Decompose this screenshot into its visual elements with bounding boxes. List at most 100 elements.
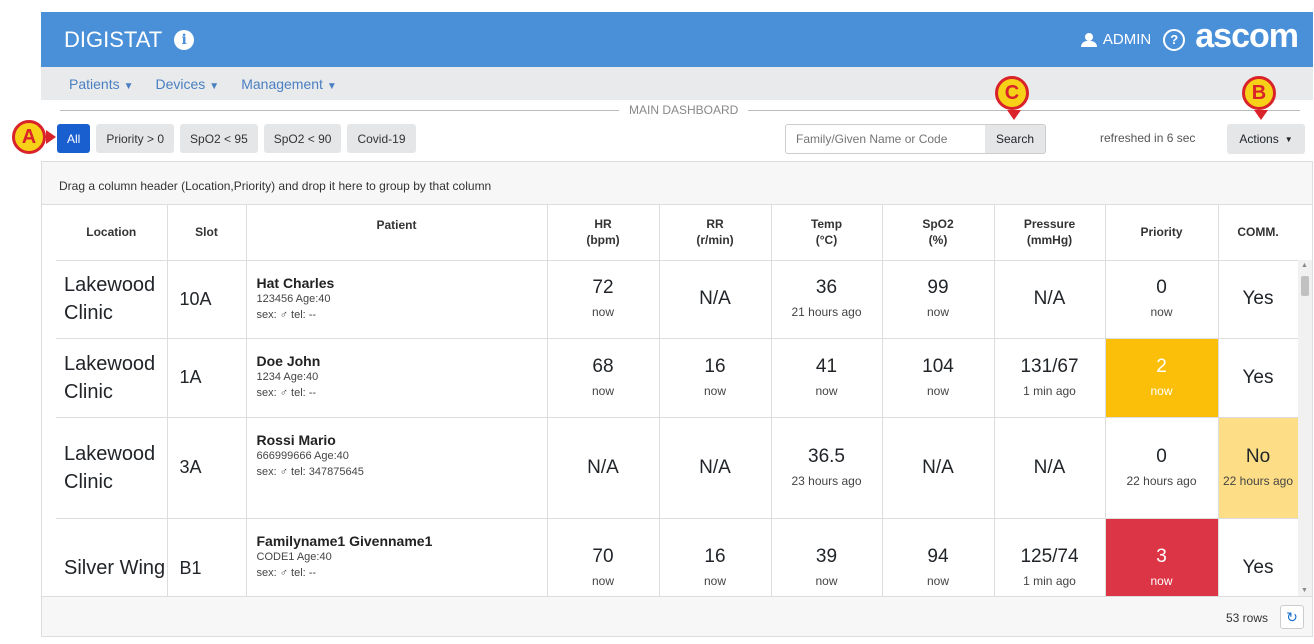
comm-value: No	[1245, 445, 1271, 467]
column-header[interactable]: Priority	[1105, 205, 1219, 261]
rr-cell[interactable]: N/A	[659, 417, 772, 519]
location-cell: Silver Wing	[56, 518, 168, 596]
hr-time: now	[591, 383, 614, 398]
patient-cell[interactable]: Hat Charles 123456 Age:40 sex: ♂ tel: --	[246, 260, 548, 339]
hr-cell[interactable]: N/A	[547, 417, 660, 519]
spo2-cell[interactable]: N/A	[882, 417, 995, 519]
table-row[interactable]: Silver Wing B1 Familyname1 Givenname1 CODE1…	[56, 518, 1298, 596]
comm-cell[interactable]: Yes	[1218, 260, 1298, 339]
user-name[interactable]: ADMIN	[1103, 31, 1151, 48]
vertical-scrollbar[interactable]: ▲ ▼	[1298, 260, 1312, 596]
actions-button[interactable]: Actions ▼	[1227, 124, 1305, 154]
pressure-cell[interactable]: N/A	[994, 417, 1106, 519]
column-header[interactable]: Location	[56, 205, 168, 261]
column-header[interactable]: RR (r/min)	[659, 205, 772, 261]
temp-cell[interactable]: 36 21 hours ago	[771, 260, 883, 339]
rr-value: 16	[704, 355, 726, 377]
chevron-down-icon: ▼	[209, 80, 220, 92]
search-input[interactable]	[785, 124, 986, 154]
filter-spo2-90-button[interactable]: SpO2 < 90	[263, 124, 342, 153]
column-header[interactable]: Pressure (mmHg)	[994, 205, 1106, 261]
patient-name: Hat Charles	[256, 274, 335, 291]
table-row[interactable]: Lakewood Clinic 1A Doe John 1234 Age:40 sex:…	[56, 338, 1298, 418]
priority-cell[interactable]: 2 now	[1105, 338, 1219, 418]
column-header[interactable]: COMM.	[1218, 205, 1298, 261]
priority-time: now	[1150, 305, 1173, 319]
scroll-thumb[interactable]	[1301, 276, 1309, 296]
help-icon[interactable]: ?	[1163, 28, 1186, 51]
patient-cell[interactable]: Rossi Mario 666999666 Age:40 sex: ♂ tel: 3…	[246, 417, 548, 519]
column-header-unit: (r/min)	[696, 233, 734, 248]
callout-a: A	[12, 120, 46, 154]
hr-value: 70	[592, 546, 614, 567]
filter-priority-button[interactable]: Priority > 0	[96, 124, 175, 153]
rr-cell[interactable]: 16 now	[659, 338, 772, 418]
refresh-icon[interactable]: ↻	[1280, 605, 1304, 629]
column-header-label: SpO2	[922, 217, 954, 232]
column-header-label: Location	[86, 225, 137, 240]
filter-all-button[interactable]: All	[57, 124, 91, 153]
priority-value: 2	[1156, 355, 1167, 377]
comm-cell[interactable]: No 22 hours ago	[1218, 417, 1298, 519]
nav-patients[interactable]: Patients ▼	[69, 76, 134, 92]
pressure-cell[interactable]: N/A	[994, 260, 1106, 339]
priority-cell[interactable]: 0 now	[1105, 260, 1219, 339]
nav-devices[interactable]: Devices ▼	[156, 76, 220, 92]
pressure-value: N/A	[1033, 456, 1066, 478]
location-cell: Lakewood Clinic	[56, 417, 168, 519]
pressure-cell[interactable]: 131/67 1 min ago	[994, 338, 1106, 418]
comm-cell[interactable]: Yes	[1218, 338, 1298, 418]
app-root: DIGISTAT i ADMIN ? ascom Patients ▼ Devic…	[0, 0, 1314, 644]
hr-cell[interactable]: 70 now	[547, 518, 660, 596]
hr-cell[interactable]: 72 now	[547, 260, 660, 339]
pressure-cell[interactable]: 125/74 1 min ago	[994, 518, 1106, 596]
column-header[interactable]: HR (bpm)	[547, 205, 660, 261]
top-header: DIGISTAT i ADMIN ? ascom	[41, 12, 1313, 67]
hr-cell[interactable]: 68 now	[547, 338, 660, 418]
refresh-status: refreshed in 6 sec	[1100, 131, 1196, 145]
column-header-label: Temp	[810, 217, 843, 232]
spo2-value: N/A	[922, 456, 954, 478]
spo2-cell[interactable]: 104 now	[882, 338, 995, 418]
patient-cell[interactable]: Familyname1 Givenname1 CODE1 Age:40 sex: ♂…	[246, 518, 548, 596]
search-button[interactable]: Search	[985, 124, 1046, 154]
filter-spo2-95-button[interactable]: SpO2 < 95	[180, 124, 258, 153]
pressure-value: N/A	[1033, 288, 1066, 309]
table-row[interactable]: Lakewood Clinic 3A Rossi Mario 666999666 Ag…	[56, 417, 1298, 519]
comm-cell[interactable]: Yes	[1218, 518, 1298, 596]
temp-value: 36	[815, 277, 838, 298]
rr-cell[interactable]: N/A	[659, 260, 772, 339]
priority-cell[interactable]: 0 22 hours ago	[1105, 417, 1219, 519]
column-header[interactable]: SpO2 (%)	[882, 205, 995, 261]
rr-cell[interactable]: 16 now	[659, 518, 772, 596]
spo2-cell[interactable]: 94 now	[882, 518, 995, 596]
scroll-down-icon[interactable]: ▼	[1301, 587, 1308, 594]
patient-code-age: 123456 Age:40	[256, 292, 331, 305]
patient-sex-tel: sex: ♂ tel: --	[256, 566, 317, 579]
priority-cell[interactable]: 3 now	[1105, 518, 1219, 596]
temp-cell[interactable]: 36.5 23 hours ago	[771, 417, 883, 519]
chevron-down-icon: ▼	[326, 80, 337, 92]
filter-covid-button[interactable]: Covid-19	[347, 124, 416, 153]
priority-time: 22 hours ago	[1126, 473, 1197, 488]
pressure-value: 131/67	[1020, 355, 1079, 377]
table-row[interactable]: Lakewood Clinic 10A Hat Charles 123456 Age:…	[56, 260, 1298, 339]
temp-cell[interactable]: 41 now	[771, 338, 883, 418]
temp-time: 23 hours ago	[791, 473, 862, 488]
patient-table: Location Slot Patient HR (bpm) RR (r/min) Temp(…	[56, 205, 1298, 596]
scroll-up-icon[interactable]: ▲	[1301, 262, 1308, 269]
temp-time: 21 hours ago	[791, 305, 862, 319]
column-header[interactable]: Temp (°C)	[771, 205, 883, 261]
temp-cell[interactable]: 39 now	[771, 518, 883, 596]
spo2-cell[interactable]: 99 now	[882, 260, 995, 339]
column-header-label: COMM.	[1237, 225, 1279, 240]
table-header: Location Slot Patient HR (bpm) RR (r/min) Temp(…	[56, 205, 1298, 261]
temp-time: now	[815, 383, 838, 398]
temp-value: 41	[815, 355, 838, 377]
comm-value: Yes	[1242, 557, 1274, 578]
patient-cell[interactable]: Doe John 1234 Age:40 sex: ♂ tel: --	[246, 338, 548, 418]
info-icon[interactable]: i	[174, 29, 195, 50]
nav-management[interactable]: Management ▼	[241, 76, 337, 92]
column-header[interactable]: Slot	[167, 205, 247, 261]
column-header[interactable]: Patient	[246, 205, 548, 261]
